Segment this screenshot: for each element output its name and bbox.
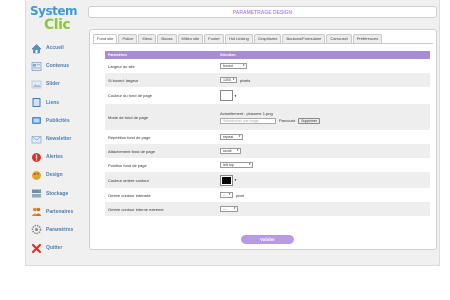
table-row: Ombre contour interne extreme --- [105,202,430,216]
quit-icon [31,243,42,254]
sidebar-item-label: Publicités [46,117,70,124]
tab-divider [93,43,433,44]
sidebar-item-publicites[interactable]: Publicités [29,112,85,130]
inner-shadow-select[interactable]: --- [220,206,238,212]
sidebar-item-accueil[interactable]: Accueil [29,39,85,57]
boxed-width-select[interactable]: 1300 [220,77,237,83]
validate-button[interactable]: Valider [241,235,294,244]
settings-table: Paramètres Sélection Largeur du site box… [105,51,430,216]
sidebar-item-label: Slider [46,81,60,88]
tab-milieu-site[interactable]: Milieu site [177,34,204,43]
table-row: Répétition fond de page repeat [105,130,430,144]
table-row: Ombre contour intensité -- pixel [105,188,430,202]
tab-menu[interactable]: Menu [138,34,157,43]
home-icon [31,43,42,54]
current-image-text: Actuellement : plusome 1.png [220,110,273,116]
logo-line1: System [30,4,78,18]
background-repeat-select[interactable]: repeat [220,134,243,140]
sidebar-item-label: Liens [46,99,60,106]
site-width-select[interactable]: boxed [220,63,247,69]
sidebar-item-contenus[interactable]: Contenus [29,57,85,75]
sidebar-item-stockage[interactable]: Stockage [29,185,85,203]
sidebar-item-label: Partenaires [46,208,74,215]
contents-icon [31,61,42,72]
sidebar-item-partenaires[interactable]: Partenaires [29,203,85,221]
row-label: Mode de fond de page [108,114,149,120]
logo: System Clic [30,4,86,38]
chevron-down-icon[interactable]: ▼ [234,94,237,98]
sidebar-item-label: Paramètres [46,226,74,233]
design-icon [31,170,42,181]
column-header-selection: Sélection [220,53,236,57]
sidebar-item-label: Accueil [46,45,64,52]
alert-icon [31,152,42,163]
slider-icon [31,79,42,90]
sidebar-item-parametres[interactable]: Paramètres [29,221,85,239]
row-label: Position fond de page [108,162,147,168]
tab-hot-linking[interactable]: Hot Linking [224,34,253,43]
tab-police[interactable]: Police [118,34,138,43]
column-header-parametres: Paramètres [108,53,128,57]
table-row: Couleur ombre contour ▼ [105,172,430,188]
row-label: Couleur ombre contour [108,177,149,183]
unit-label: pixels [240,77,251,83]
sidebar-item-design[interactable]: Design [29,166,85,184]
sidebar-item-liens[interactable]: Liens [29,94,85,112]
sidebar-item-label: Contenus [46,63,70,70]
background-position-select[interactable]: left top [220,162,253,168]
shadow-intensity-select[interactable]: -- [220,192,233,198]
shadow-color-picker[interactable] [220,174,233,186]
table-row: Largeur du site boxed [105,59,430,73]
sidebar-item-label: Newsletter [46,136,72,143]
row-label: Attachement fond de page [108,148,155,154]
sidebar-item-label: Design [46,172,63,179]
table-row: Attachement fond de page scroll [105,144,430,158]
table-row: Si boxed: largeur 1300 pixels [105,73,430,87]
browse-label[interactable]: Parcourir [279,118,295,123]
tab-bocas[interactable]: Bocas [157,34,177,43]
sidebar-item-label: Quitter [46,245,63,252]
tab-footer[interactable]: Footer [204,34,224,43]
page-header: PARAMETRAGE DESIGN [88,6,437,18]
table-header: Paramètres Sélection [105,51,430,59]
background-color-picker[interactable] [220,90,233,101]
delete-button[interactable]: Supprimer [298,117,320,124]
links-icon [31,97,42,108]
row-label: Ombre contour intensité [108,192,151,198]
table-row: Couleur du fond de page ▼ [105,87,430,104]
tab-graphisme[interactable]: Graphisme [253,34,282,43]
row-label: Largeur du site [108,63,135,69]
partners-icon [31,206,42,217]
sidebar: Accueil Contenus Slider Liens Publicités… [29,39,85,257]
table-row: Position fond de page left top [105,158,430,172]
ads-icon [31,115,42,126]
row-label: Couleur du fond de page [108,93,153,98]
logo-line2: Clic [44,17,71,33]
newsletter-icon [31,134,42,145]
sidebar-item-label: Alertes [46,154,63,161]
row-label: Ombre contour interne extreme [108,206,164,212]
row-label: Si boxed: largeur [108,77,139,83]
row-label: Répétition fond de page [108,134,151,140]
storage-icon [31,188,42,199]
background-attachment-select[interactable]: scroll [220,148,241,154]
image-file-input[interactable]: Sélectionner une image [220,117,276,124]
tab-carrousel[interactable]: Carrousel [326,34,352,43]
sidebar-item-label: Stockage [46,190,69,197]
chevron-down-icon[interactable]: ▼ [234,178,237,182]
tab-boutons-formulaire[interactable]: Boutons/Formulaire [282,34,326,43]
tab-preferences[interactable]: Préférences [352,34,383,43]
sidebar-item-newsletter[interactable]: Newsletter [29,130,85,148]
settings-icon [31,224,42,235]
page-title: PARAMETRAGE DESIGN [232,9,293,16]
sidebar-item-alertes[interactable]: Alertes [29,148,85,166]
sidebar-item-quitter[interactable]: Quitter [29,239,85,257]
table-row: Mode de fond de page Actuellement : plus… [105,104,430,130]
unit-label: pixel [236,192,245,198]
sidebar-item-slider[interactable]: Slider [29,75,85,93]
